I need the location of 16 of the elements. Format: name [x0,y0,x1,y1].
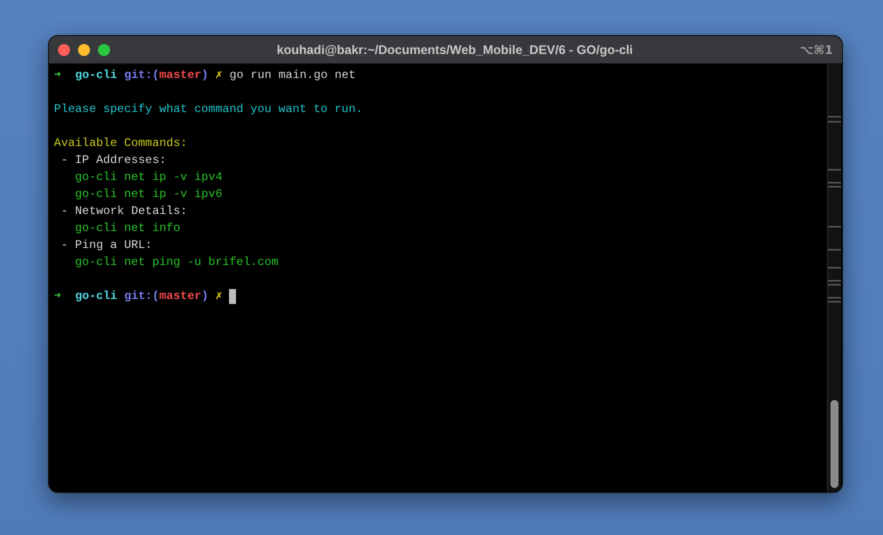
group-label: - Network Details: [60,203,188,220]
maximize-button[interactable] [98,44,110,56]
group-label: - Ping a URL: [60,237,152,254]
group-label: - IP Addresses: [60,152,166,169]
close-button[interactable] [58,44,70,56]
command-example: go-cli net ip -v ipv4 [74,169,222,186]
window-title: kouhadi@bakr:~/Documents/Web_Mobile_DEV/6 - GO/go-cli [276,42,634,56]
prompt-line: ➜ go-cli git:(master) ✗ [54,288,222,305]
minimize-button[interactable] [78,44,90,56]
command-example: go-cli net ip -v ipv6 [74,186,222,203]
command-example: go-cli net info [74,220,180,237]
command-example: go-cli net ping -u brifel.com [74,254,278,271]
prompt-line: ➜ go-cli git:(master) ✗ go run main.go net [54,67,356,84]
message-text: Please specify what command you want to run. [54,101,363,118]
section-heading: Available Commands: [54,135,188,152]
shortcut-label: ⌥⌘1 [800,42,833,56]
